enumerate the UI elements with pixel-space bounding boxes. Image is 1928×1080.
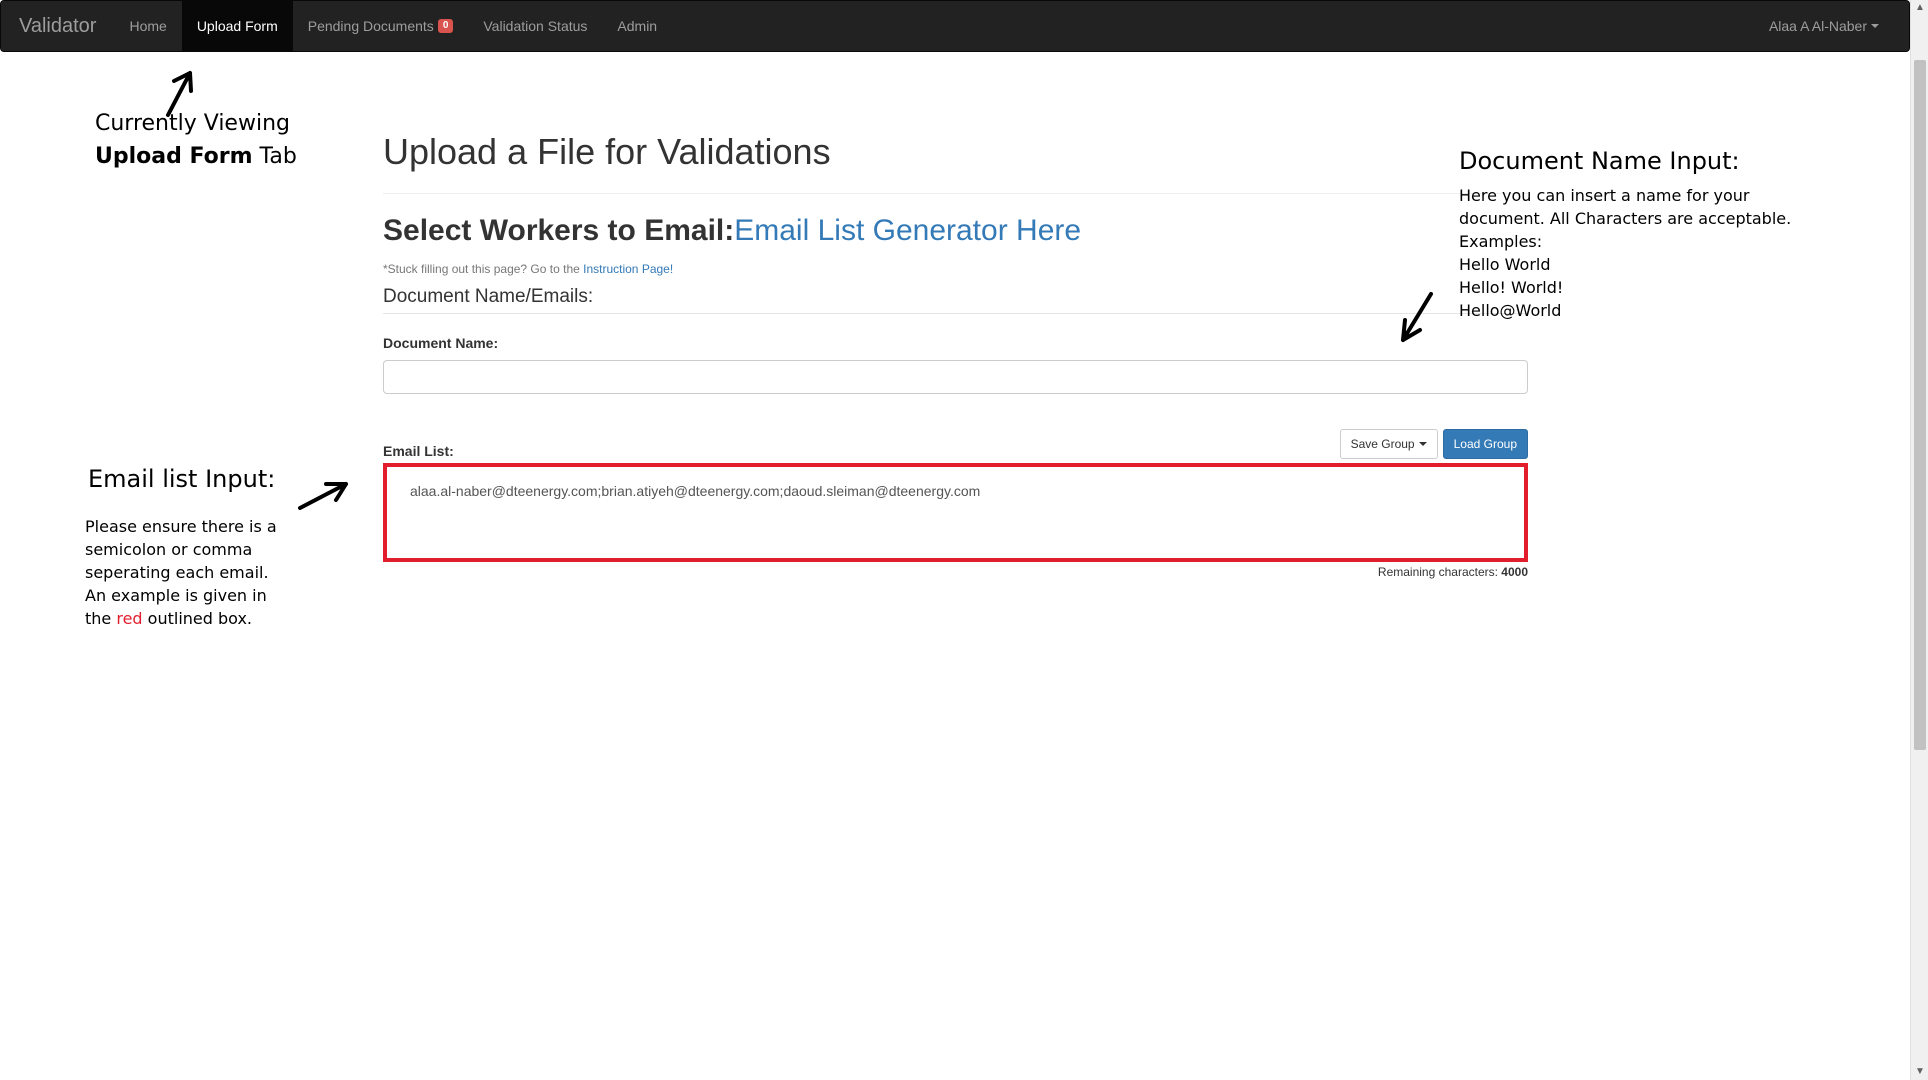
annotation-tab-line2: Upload Form Tab (95, 140, 297, 173)
scrollbar-thumb[interactable] (1914, 60, 1926, 750)
scroll-down-icon[interactable]: ▼ (1911, 1064, 1928, 1080)
annotation-doc-line: Hello! World! (1459, 278, 1564, 297)
annotation-email-line: seperating each email. (85, 563, 269, 582)
remaining-count: 4000 (1501, 565, 1528, 579)
email-list-generator-link[interactable]: Email List Generator Here (734, 214, 1081, 247)
annotation-doc-body: Here you can insert a name for your docu… (1459, 184, 1791, 322)
annotation-tab-line1: Currently Viewing (95, 111, 290, 136)
select-workers-heading: Select Workers to Email:Email List Gener… (383, 214, 1528, 248)
upload-form-container: Upload a File for Validations Select Wor… (383, 52, 1528, 579)
user-name: Alaa A Al-Naber (1768, 18, 1867, 34)
help-text: *Stuck filling out this page? Go to the … (383, 262, 1528, 276)
annotation-doc-line: Here you can insert a name for your (1459, 186, 1750, 205)
chevron-down-icon (1871, 24, 1879, 28)
save-group-button[interactable]: Save Group (1339, 429, 1438, 459)
nav-admin[interactable]: Admin (602, 1, 672, 51)
nav-upload-form[interactable]: Upload Form (181, 1, 293, 51)
nav-menu: Home Upload Form Pending Documents 0 Val… (114, 1, 672, 51)
annotation-doc-line: Examples: (1459, 232, 1543, 251)
top-navbar: Validator Home Upload Form Pending Docum… (0, 0, 1910, 52)
document-name-input[interactable] (383, 360, 1528, 394)
annotation-email-prefix: the (85, 609, 117, 628)
annotation-email-suffix: outlined box. (142, 609, 252, 628)
annotation-email-line: Please ensure there is a (85, 517, 277, 536)
annotation-doc-title: Document Name Input: (1459, 147, 1740, 175)
email-list-textarea[interactable]: alaa.al-naber@dteenergy.com;brian.atiyeh… (383, 463, 1528, 562)
nav-validation-status[interactable]: Validation Status (468, 1, 602, 51)
annotation-tab-rest: Tab (252, 144, 297, 169)
annotation-email-line: An example is given in (85, 586, 267, 605)
annotation-email-body: Please ensure there is a semicolon or co… (85, 515, 285, 630)
select-workers-label: Select Workers to Email: (383, 214, 735, 247)
nav-home[interactable]: Home (114, 1, 181, 51)
save-group-label: Save Group (1350, 437, 1415, 451)
document-name-label: Document Name: (383, 335, 499, 351)
user-menu[interactable]: Alaa A Al-Naber (1739, 1, 1909, 51)
scroll-up-icon[interactable]: ▲ (1911, 0, 1928, 16)
annotation-doc-line: Hello@World (1459, 301, 1562, 320)
annotation-doc-line: Hello World (1459, 255, 1551, 274)
pending-count-badge: 0 (437, 19, 454, 33)
group-buttons: Save Group Load Group (1339, 429, 1528, 459)
email-list-label: Email List: (383, 443, 454, 459)
arrow-down-left-icon (1401, 292, 1433, 342)
nav-pending-documents[interactable]: Pending Documents 0 (293, 1, 469, 51)
nav-pending-label: Pending Documents (307, 18, 434, 34)
section-legend: Document Name/Emails: (383, 286, 1528, 314)
annotation-email-title: Email list Input: (88, 465, 276, 493)
chevron-down-icon (1418, 442, 1427, 446)
annotation-email-line-last: the red outlined box. (85, 607, 285, 630)
annotation-email-red: red (116, 609, 143, 628)
remaining-label: Remaining characters: (1377, 565, 1502, 579)
remaining-characters: Remaining characters: 4000 (383, 565, 1528, 579)
annotation-tab-bold: Upload Form (95, 144, 253, 169)
help-text-prefix: *Stuck filling out this page? Go to the (383, 262, 584, 276)
page-title: Upload a File for Validations (383, 131, 1528, 194)
instruction-page-link[interactable]: Instruction Page! (583, 262, 673, 276)
arrow-right-icon (298, 482, 348, 510)
annotation-tab: Currently Viewing Upload Form Tab (95, 107, 297, 173)
load-group-button[interactable]: Load Group (1442, 429, 1528, 459)
annotation-email-line: semicolon or comma (85, 540, 253, 559)
vertical-scrollbar[interactable]: ▲ ▼ (1910, 0, 1928, 1080)
annotation-doc-line: document. All Characters are acceptable. (1459, 209, 1792, 228)
brand-link[interactable]: Validator (1, 1, 114, 51)
email-list-header: Email List: Save Group Load Group (383, 429, 1528, 459)
